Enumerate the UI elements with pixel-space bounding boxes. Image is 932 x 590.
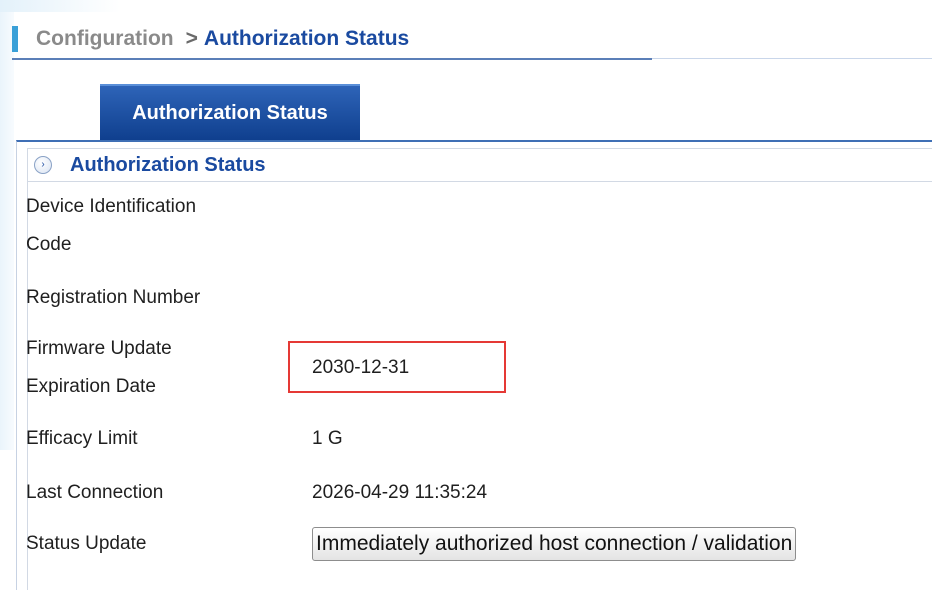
highlight-box [288,341,506,393]
efficacy-limit-value: 1 G [312,428,343,449]
last-connection-value: 2026-04-29 11:35:24 [312,482,488,503]
tab-authorization-status[interactable]: Authorization Status [100,84,360,140]
registration-number-label: Registration Number [26,287,201,308]
expand-arrow-icon[interactable]: › [34,156,52,174]
panel-header[interactable]: › Authorization Status [28,149,932,182]
top-decoration-strip [0,0,120,12]
status-update-label: Status Update [26,533,147,554]
breadcrumb: Configuration > Authorization Status [12,22,409,56]
row-device-identification-code: Device Identification Code [26,188,932,264]
page: Configuration > Authorization Status Aut… [0,0,932,590]
breadcrumb-divider [12,58,652,60]
label-line-2: Code [26,234,72,255]
label-line-1: Device Identification [26,196,197,217]
breadcrumb-root[interactable]: Configuration [36,27,174,51]
row-efficacy-limit: Efficacy Limit 1 G [26,420,932,458]
breadcrumb-separator: > [185,27,198,50]
last-connection-label: Last Connection [26,482,164,503]
tab-label: Authorization Status [132,101,328,124]
row-status-update: Status Update Immediately authorized hos… [26,525,932,563]
row-registration-number: Registration Number [26,279,932,317]
panel-title: Authorization Status [70,153,266,176]
authorize-validate-button[interactable]: Immediately authorized host connection /… [312,527,797,561]
row-last-connection: Last Connection 2026-04-29 11:35:24 [26,474,932,512]
device-identification-code-label: Device Identification Code [26,188,312,264]
efficacy-limit-label: Efficacy Limit [26,428,138,449]
breadcrumb-current: Authorization Status [203,27,410,50]
firmware-update-expiration-label: Firmware Update Expiration Date [26,330,312,406]
breadcrumb-marker [12,26,18,52]
breadcrumb-divider-extension [652,58,932,59]
left-decoration-strip [0,0,14,450]
label-line-2: Expiration Date [26,376,156,397]
label-line-1: Firmware Update [26,338,172,359]
